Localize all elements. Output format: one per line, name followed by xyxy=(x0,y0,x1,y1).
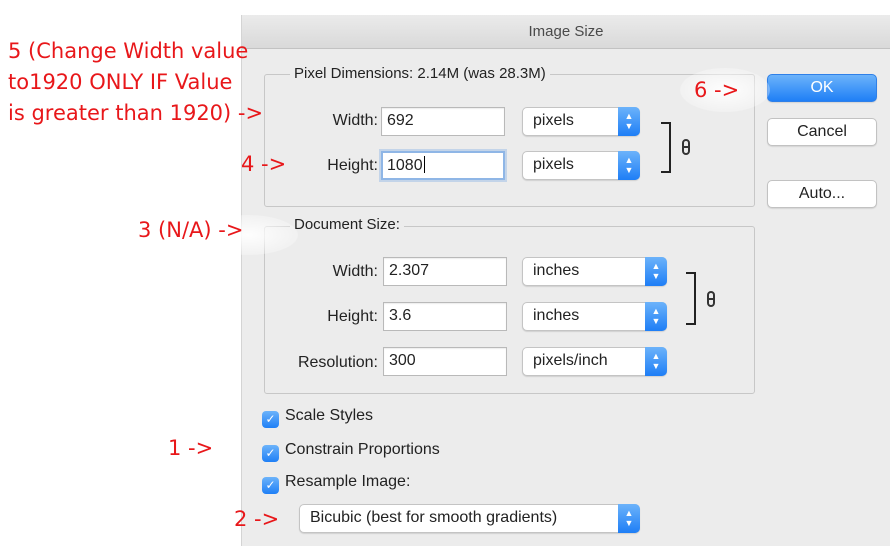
doc-height-label: Height: xyxy=(327,308,378,325)
pixel-height-unit-value: pixels xyxy=(533,156,574,173)
pixel-dimensions-legend: Pixel Dimensions: 2.14M (was 28.3M) xyxy=(290,65,550,82)
resolution-unit-value: pixels/inch xyxy=(533,352,608,369)
chevron-updown-icon: ▲ ▼ xyxy=(645,347,667,376)
chain-link-icon[interactable] xyxy=(707,291,715,307)
checkmark-icon: ✓ xyxy=(262,411,279,428)
checkmark-icon: ✓ xyxy=(262,477,279,494)
annotation-step-2: 2 -> xyxy=(234,507,280,531)
chevron-updown-icon: ▲ ▼ xyxy=(645,302,667,331)
image-size-dialog: Image Size Pixel Dimensions: 2.14M (was … xyxy=(241,15,890,546)
pixel-width-label: Width: xyxy=(332,112,378,129)
pixel-height-unit-select[interactable]: pixels ▲ ▼ xyxy=(522,151,640,180)
constrain-proportions-label: Constrain Proportions xyxy=(285,441,440,458)
document-size-legend: Document Size: xyxy=(290,216,404,233)
title-bar: Image Size xyxy=(242,15,890,49)
annotation-step-5-line1: 5 (Change Width value xyxy=(8,39,249,63)
doc-width-unit-select[interactable]: inches ▲ ▼ xyxy=(522,257,667,286)
resample-method-select[interactable]: Bicubic (best for smooth gradients) ▲ ▼ xyxy=(299,504,640,533)
auto-button[interactable]: Auto... xyxy=(767,180,877,208)
document-link-bracket xyxy=(686,272,696,325)
cancel-button[interactable]: Cancel xyxy=(767,118,877,146)
annotation-step-5-line2: to1920 ONLY IF Value xyxy=(8,70,233,94)
chain-link-icon[interactable] xyxy=(682,139,690,155)
chevron-updown-icon: ▲ ▼ xyxy=(645,257,667,286)
pixel-width-unit-value: pixels xyxy=(533,112,574,129)
pixel-link-bracket xyxy=(661,122,671,173)
resolution-unit-select[interactable]: pixels/inch ▲ ▼ xyxy=(522,347,667,376)
doc-height-unit-value: inches xyxy=(533,307,580,324)
constrain-proportions-checkbox[interactable]: ✓ Constrain Proportions xyxy=(262,441,440,462)
pixel-height-input[interactable]: 1080 xyxy=(381,151,505,180)
resample-method-value: Bicubic (best for smooth gradients) xyxy=(310,509,558,526)
resample-image-label: Resample Image: xyxy=(285,473,411,490)
doc-height-unit-select[interactable]: inches ▲ ▼ xyxy=(522,302,667,331)
ok-button[interactable]: OK xyxy=(767,74,877,102)
doc-height-input[interactable]: 3.6 xyxy=(383,302,507,331)
annotation-step-6: 6 -> xyxy=(694,78,740,102)
text-caret xyxy=(423,156,425,173)
annotation-step-5-line3: is greater than 1920) -> xyxy=(8,101,264,125)
chevron-updown-icon: ▲ ▼ xyxy=(618,151,640,180)
resolution-input[interactable]: 300 xyxy=(383,347,507,376)
doc-width-unit-value: inches xyxy=(533,262,580,279)
pixel-height-label: Height: xyxy=(327,157,378,174)
scale-styles-label: Scale Styles xyxy=(285,407,374,424)
pixel-width-input[interactable]: 692 xyxy=(381,107,505,136)
resolution-label: Resolution: xyxy=(297,354,378,371)
doc-width-label: Width: xyxy=(332,263,378,280)
chevron-updown-icon: ▲ ▼ xyxy=(618,107,640,136)
pixel-width-unit-select[interactable]: pixels ▲ ▼ xyxy=(522,107,640,136)
annotation-step-3: 3 (N/A) -> xyxy=(138,218,244,242)
checkmark-icon: ✓ xyxy=(262,445,279,462)
scale-styles-checkbox[interactable]: ✓ Scale Styles xyxy=(262,407,373,428)
annotation-step-5: 5 (Change Width value to1920 ONLY IF Val… xyxy=(8,36,263,129)
annotation-step-4: 4 -> xyxy=(241,152,287,176)
dialog-title: Image Size xyxy=(528,23,604,40)
chevron-updown-icon: ▲ ▼ xyxy=(618,504,640,533)
resample-image-checkbox[interactable]: ✓ Resample Image: xyxy=(262,473,410,494)
doc-width-input[interactable]: 2.307 xyxy=(383,257,507,286)
annotation-step-1: 1 -> xyxy=(168,436,214,460)
pixel-height-value: 1080 xyxy=(387,157,423,174)
